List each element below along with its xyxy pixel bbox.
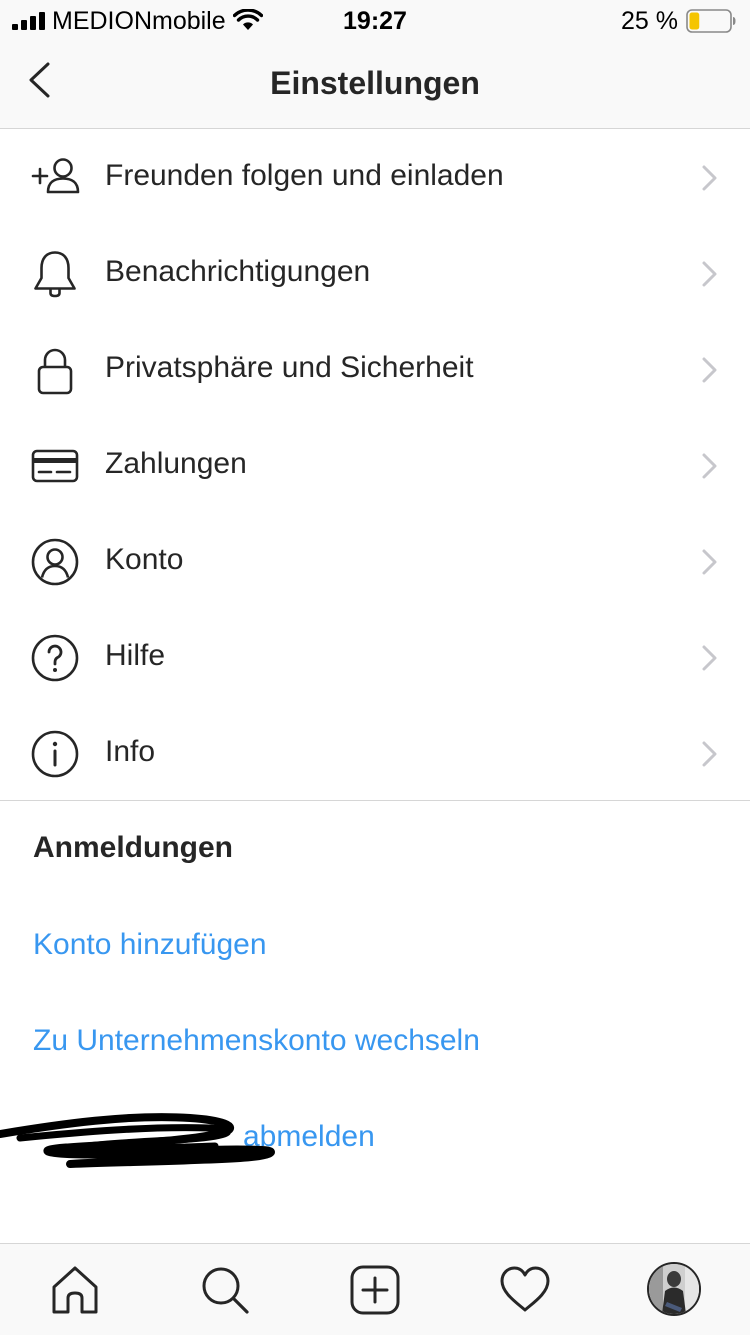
settings-item-label: Privatsphäre und Sicherheit — [105, 351, 474, 384]
tab-new-post[interactable] — [347, 1262, 403, 1318]
search-icon — [202, 1267, 249, 1314]
battery-percentage: 25 % — [621, 7, 678, 35]
tab-home[interactable] — [47, 1262, 103, 1318]
chevron-right-icon — [702, 357, 717, 383]
chevron-right-icon — [702, 165, 717, 191]
chevron-right-icon — [702, 645, 717, 671]
add-account-link[interactable]: Konto hinzufügen — [33, 926, 267, 964]
settings-item-privacy-security[interactable]: Privatsphäre und Sicherheit — [0, 321, 750, 417]
redaction-scribble — [0, 1113, 275, 1168]
switch-to-business-account-link[interactable]: Zu Unternehmenskonto wechseln — [33, 1022, 480, 1060]
bell-icon — [34, 251, 76, 298]
heart-icon — [500, 1266, 550, 1312]
home-icon — [52, 1266, 98, 1314]
settings-item-label: Zahlungen — [105, 447, 247, 480]
tab-search[interactable] — [197, 1262, 253, 1318]
settings-item-info[interactable]: Info — [0, 705, 750, 801]
status-bar: MEDIONmobile 19:27 25 % — [0, 0, 750, 40]
avatar-photo — [649, 1264, 699, 1314]
account-icon — [31, 538, 79, 586]
credit-card-icon — [31, 449, 79, 483]
settings-item-label: Benachrichtigungen — [105, 255, 371, 288]
settings-item-label: Info — [105, 735, 156, 768]
page-title: Einstellungen — [270, 65, 480, 101]
tab-bar — [0, 1243, 750, 1335]
settings-item-label: Hilfe — [105, 639, 166, 672]
settings-item-notifications[interactable]: Benachrichtigungen — [0, 225, 750, 321]
settings-item-follow-invite-friends[interactable]: Freunden folgen und einladen — [0, 129, 750, 225]
new-post-icon — [350, 1265, 400, 1315]
settings-item-payments[interactable]: Zahlungen — [0, 417, 750, 513]
lock-icon — [37, 348, 73, 395]
tab-profile[interactable] — [647, 1262, 703, 1318]
section-divider — [0, 800, 750, 801]
logins-section-header: Anmeldungen — [33, 831, 233, 864]
settings-item-label: Konto — [105, 543, 184, 576]
settings-item-label: Freunden folgen und einladen — [105, 159, 504, 192]
settings-item-account[interactable]: Konto — [0, 513, 750, 609]
battery-icon — [686, 9, 736, 33]
navigation-bar: Einstellungen — [0, 40, 750, 129]
add-person-icon — [31, 158, 80, 194]
help-icon — [31, 634, 79, 682]
profile-avatar — [647, 1262, 701, 1316]
tab-activity[interactable] — [497, 1262, 553, 1318]
settings-list: Freunden folgen und einladen Benachricht… — [0, 129, 750, 801]
chevron-right-icon — [702, 549, 717, 575]
settings-item-help[interactable]: Hilfe — [0, 609, 750, 705]
chevron-right-icon — [702, 741, 717, 767]
info-icon — [31, 730, 79, 778]
chevron-right-icon — [702, 453, 717, 479]
chevron-right-icon — [702, 261, 717, 287]
